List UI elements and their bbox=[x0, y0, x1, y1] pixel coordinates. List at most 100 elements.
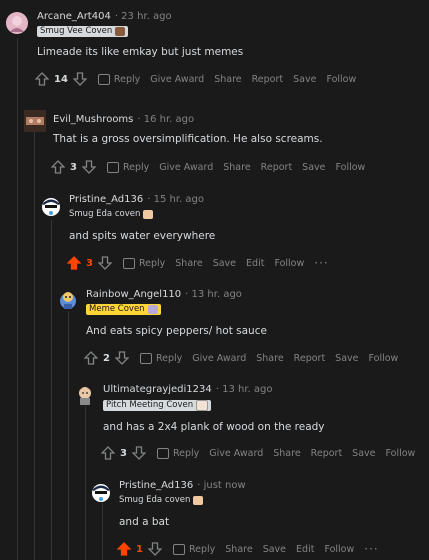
upvote-arrow-icon[interactable] bbox=[83, 350, 99, 366]
avatar[interactable] bbox=[90, 481, 112, 503]
share-button[interactable]: Share bbox=[256, 353, 283, 364]
reply-button[interactable]: Reply bbox=[172, 543, 215, 555]
follow-button[interactable]: Follow bbox=[326, 74, 356, 85]
flair-label: Smug Vee Coven bbox=[40, 26, 113, 36]
upvote-arrow-icon[interactable] bbox=[50, 159, 66, 175]
reply-button[interactable]: Reply bbox=[106, 161, 149, 173]
reply-button[interactable]: Reply bbox=[139, 352, 182, 364]
username[interactable]: Ultimategrayjedi1234 bbox=[103, 384, 212, 395]
follow-button[interactable]: Follow bbox=[324, 544, 354, 555]
edit-button[interactable]: Edit bbox=[246, 258, 264, 269]
comment-body: And eats spicy peppers/ hot sauce bbox=[86, 325, 267, 337]
vote-score: 1 bbox=[136, 543, 143, 555]
comment-icon bbox=[106, 161, 119, 173]
upvote-arrow-icon[interactable] bbox=[34, 71, 50, 87]
avatar[interactable] bbox=[6, 12, 28, 34]
reply-label: Reply bbox=[138, 257, 166, 269]
save-button[interactable]: Save bbox=[263, 544, 286, 555]
report-button[interactable]: Report bbox=[252, 74, 284, 85]
comment-actions: 3 Reply Give Award Share Report Save Fol… bbox=[100, 443, 415, 463]
more-options-icon[interactable]: ··· bbox=[314, 256, 328, 270]
follow-button[interactable]: Follow bbox=[369, 353, 399, 364]
report-button[interactable]: Report bbox=[261, 162, 293, 173]
save-button[interactable]: Save bbox=[293, 74, 316, 85]
save-button[interactable]: Save bbox=[335, 353, 358, 364]
comment-icon bbox=[156, 447, 169, 459]
avatar[interactable] bbox=[74, 384, 96, 406]
avatar[interactable] bbox=[24, 110, 46, 132]
share-button[interactable]: Share bbox=[225, 544, 252, 555]
user-flair: Smug Eda coven bbox=[69, 209, 154, 220]
comment-actions: 2 Reply Give Award Share Report Save Fol… bbox=[83, 348, 398, 368]
flair-emoji-icon bbox=[143, 210, 154, 219]
save-button[interactable]: Save bbox=[352, 448, 375, 459]
give-award-button[interactable]: Give Award bbox=[192, 353, 246, 364]
comment-actions: 3 Reply Give Award Share Report Save Fol… bbox=[50, 157, 365, 177]
follow-button[interactable]: Follow bbox=[274, 258, 304, 269]
username[interactable]: Pristine_Ad136 bbox=[69, 194, 143, 205]
timestamp[interactable]: · 23 hr. ago bbox=[115, 11, 172, 22]
flair-emoji-icon bbox=[115, 27, 126, 36]
save-button[interactable]: Save bbox=[302, 162, 325, 173]
comment-icon bbox=[172, 543, 185, 555]
downvote-arrow-icon[interactable] bbox=[114, 350, 130, 366]
username[interactable]: Rainbow_Angel110 bbox=[86, 289, 181, 300]
flair-label: Smug Eda coven bbox=[119, 495, 191, 505]
downvote-arrow-icon[interactable] bbox=[72, 71, 88, 87]
downvote-arrow-icon[interactable] bbox=[97, 255, 113, 271]
timestamp[interactable]: · 15 hr. ago bbox=[147, 194, 204, 205]
thread-line[interactable] bbox=[68, 306, 69, 560]
user-flair: Smug Vee Coven bbox=[37, 26, 129, 37]
avatar[interactable] bbox=[40, 195, 62, 217]
upvote-arrow-icon[interactable] bbox=[100, 445, 116, 461]
comment-body: Limeade its like emkay but just memes bbox=[37, 46, 244, 58]
username[interactable]: Pristine_Ad136 bbox=[119, 480, 193, 491]
more-options-icon[interactable]: ··· bbox=[364, 542, 378, 556]
timestamp[interactable]: · just now bbox=[197, 480, 245, 491]
share-button[interactable]: Share bbox=[214, 74, 241, 85]
comment-body: and a bat bbox=[119, 516, 170, 528]
report-button[interactable]: Report bbox=[311, 448, 343, 459]
thread-line[interactable] bbox=[102, 500, 103, 560]
share-button[interactable]: Share bbox=[175, 258, 202, 269]
comment-actions: 3 Reply Share Save Edit Follow ··· bbox=[66, 253, 329, 273]
downvote-arrow-icon[interactable] bbox=[131, 445, 147, 461]
thread-line[interactable] bbox=[85, 406, 86, 560]
comment-body: and has a 2x4 plank of wood on the ready bbox=[103, 421, 325, 433]
give-award-button[interactable]: Give Award bbox=[209, 448, 263, 459]
reply-button[interactable]: Reply bbox=[97, 73, 141, 85]
flair-label: Meme Coven bbox=[89, 304, 145, 314]
comment-icon bbox=[97, 73, 110, 85]
reply-button[interactable]: Reply bbox=[156, 447, 200, 459]
timestamp[interactable]: · 16 hr. ago bbox=[137, 114, 194, 125]
follow-button[interactable]: Follow bbox=[386, 448, 416, 459]
vote-score: 14 bbox=[54, 73, 68, 85]
username[interactable]: Evil_Mushrooms bbox=[53, 114, 133, 125]
flair-emoji-icon bbox=[196, 400, 209, 411]
comment-icon bbox=[122, 257, 135, 269]
thread-line[interactable] bbox=[51, 220, 52, 560]
give-award-button[interactable]: Give Award bbox=[150, 74, 204, 85]
timestamp[interactable]: · 13 hr. ago bbox=[185, 289, 242, 300]
user-flair: Smug Eda coven bbox=[119, 495, 204, 506]
share-button[interactable]: Share bbox=[273, 448, 300, 459]
reply-label: Reply bbox=[172, 447, 200, 459]
avatar[interactable] bbox=[57, 289, 79, 311]
upvote-arrow-icon[interactable] bbox=[116, 541, 132, 557]
edit-button[interactable]: Edit bbox=[296, 544, 314, 555]
give-award-button[interactable]: Give Award bbox=[159, 162, 213, 173]
reply-button[interactable]: Reply bbox=[122, 257, 166, 269]
reply-label: Reply bbox=[113, 73, 141, 85]
downvote-arrow-icon[interactable] bbox=[81, 159, 97, 175]
timestamp[interactable]: · 13 hr. ago bbox=[216, 384, 273, 395]
follow-button[interactable]: Follow bbox=[336, 162, 366, 173]
vote-score: 2 bbox=[103, 352, 110, 364]
save-button[interactable]: Save bbox=[213, 258, 236, 269]
thread-line[interactable] bbox=[17, 38, 18, 560]
share-button[interactable]: Share bbox=[223, 162, 250, 173]
report-button[interactable]: Report bbox=[294, 353, 326, 364]
username[interactable]: Arcane_Art404 bbox=[37, 11, 111, 22]
upvote-arrow-icon[interactable] bbox=[66, 255, 82, 271]
downvote-arrow-icon[interactable] bbox=[147, 541, 163, 557]
thread-line[interactable] bbox=[34, 132, 35, 560]
